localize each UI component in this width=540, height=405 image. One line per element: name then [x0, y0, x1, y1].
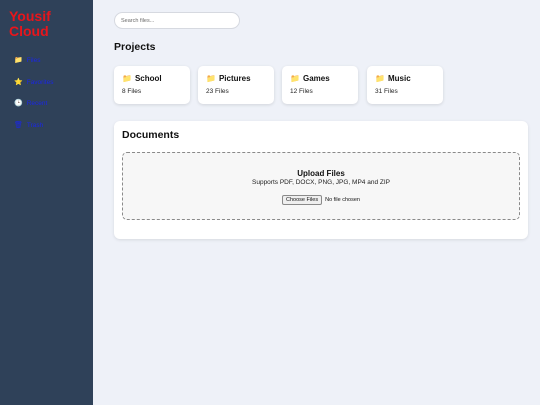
sidebar-item-recent[interactable]: 🕒 Recent: [14, 100, 47, 107]
folder-icon: 📁: [122, 73, 132, 83]
project-title: Music: [387, 74, 411, 83]
file-status: No file chosen: [325, 197, 360, 203]
clock-icon: 🕒: [14, 100, 23, 107]
search-input[interactable]: [114, 12, 240, 29]
project-count: 23 Files: [206, 88, 229, 95]
file-input: Choose Files No file chosen: [123, 195, 519, 205]
project-card-games[interactable]: 📁 Games 12 Files: [282, 66, 358, 104]
sidebar-item-label: Recent: [26, 100, 48, 107]
trash-icon: 🗑: [14, 122, 23, 129]
sidebar-item-label: Trash: [26, 122, 44, 129]
folder-icon: 📁: [14, 57, 23, 64]
documents-panel: Documents Upload Files Supports PDF, DOC…: [114, 121, 528, 239]
project-card-music[interactable]: 📁 Music 31 Files: [367, 66, 443, 104]
project-card-pictures[interactable]: 📁 Pictures 23 Files: [198, 66, 274, 104]
upload-title: Upload Files: [297, 169, 345, 178]
folder-icon: 📁: [206, 73, 216, 83]
brand-logo: Yousif Cloud: [9, 8, 51, 39]
sidebar-item-label: Files: [26, 57, 41, 64]
documents-heading: Documents: [122, 129, 180, 141]
folder-icon: 📁: [375, 73, 385, 83]
choose-files-button[interactable]: Choose Files: [282, 195, 323, 205]
project-title: School: [134, 74, 162, 83]
sidebar: Yousif Cloud 📁 Files ⭐ Favorites 🕒 Recen…: [0, 0, 93, 405]
projects-heading: Projects: [114, 41, 156, 53]
sidebar-item-favorites[interactable]: ⭐ Favorites: [14, 79, 53, 86]
sidebar-item-files[interactable]: 📁 Files: [14, 57, 40, 64]
sidebar-item-trash[interactable]: 🗑 Trash: [14, 122, 43, 129]
upload-support-text: Supports PDF, DOCX, PNG, JPG, MP4 and ZI…: [252, 179, 390, 186]
project-count: 31 Files: [375, 88, 398, 95]
sidebar-item-label: Favorites: [26, 79, 54, 86]
upload-dropzone[interactable]: Upload Files Supports PDF, DOCX, PNG, JP…: [122, 152, 520, 220]
project-title: Pictures: [218, 74, 251, 83]
project-count: 8 Files: [122, 88, 142, 95]
project-count: 12 Files: [290, 88, 313, 95]
folder-icon: 📁: [290, 73, 300, 83]
project-title: Games: [302, 74, 330, 83]
project-card-school[interactable]: 📁 School 8 Files: [114, 66, 190, 104]
star-icon: ⭐: [14, 79, 23, 86]
